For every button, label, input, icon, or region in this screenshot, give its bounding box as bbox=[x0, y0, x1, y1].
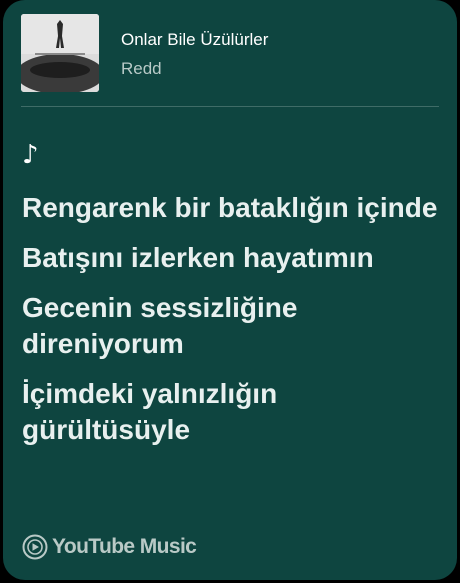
music-note-icon: ♪ bbox=[22, 140, 39, 170]
lyrics-list: Rengarenk bir bataklığın içinde Batışını… bbox=[22, 190, 442, 462]
header-divider bbox=[21, 106, 439, 107]
youtube-music-branding[interactable]: YouTube Music bbox=[22, 533, 197, 561]
album-cover-image bbox=[21, 14, 99, 92]
lyric-line: Rengarenk bir bataklığın içinde bbox=[22, 192, 438, 223]
lyric-line: İçimdeki yalnızlığın gürültüsüyle bbox=[22, 378, 278, 445]
album-art[interactable] bbox=[21, 14, 99, 92]
youtube-music-logo-icon bbox=[22, 534, 48, 560]
track-artist: Redd bbox=[121, 59, 162, 78]
lyric-line: Batışını izlerken hayatımın bbox=[22, 242, 374, 273]
youtube-music-label: YouTube Music bbox=[52, 535, 197, 558]
lyrics-widget-card[interactable]: Onlar Bile Üzülürler Redd ♪ Rengarenk bi… bbox=[3, 0, 457, 580]
now-playing-header[interactable]: Onlar Bile Üzülürler Redd bbox=[21, 14, 441, 92]
track-title: Onlar Bile Üzülürler bbox=[121, 30, 269, 49]
lyric-line: Gecenin sessizliğine direniyorum bbox=[22, 292, 298, 359]
